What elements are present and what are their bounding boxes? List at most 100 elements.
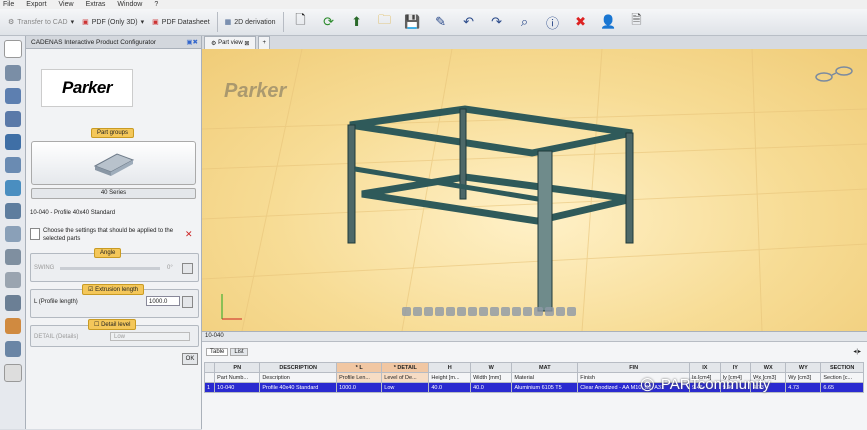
table-header[interactable]: * L xyxy=(336,362,383,373)
tab-part-view[interactable]: ⚙ Part view ⊠ xyxy=(204,36,257,49)
gear-icon[interactable] xyxy=(4,65,21,81)
table-header[interactable]: IY xyxy=(719,362,752,373)
3d-scene[interactable]: Parker xyxy=(202,49,867,331)
table-header[interactable]: WX xyxy=(750,362,787,373)
folder-icon[interactable]: 🗀 xyxy=(376,12,394,31)
edit-icon[interactable]: ✎ xyxy=(432,13,450,31)
menu-file[interactable]: File xyxy=(3,1,14,8)
chevron-down-icon[interactable]: ▾ xyxy=(141,18,145,26)
search-icon[interactable]: ⌕ xyxy=(516,13,534,31)
view-front-icon[interactable] xyxy=(402,307,411,316)
catalog-icon[interactable] xyxy=(3,40,22,58)
shade-icon[interactable] xyxy=(534,307,543,316)
table-header[interactable]: MAT xyxy=(511,362,579,373)
detail-select[interactable]: Low xyxy=(110,332,190,341)
ok-button[interactable]: OK xyxy=(182,353,198,365)
undo-icon[interactable]: ↶ xyxy=(460,13,478,31)
render-icon[interactable] xyxy=(512,307,521,316)
table-cell[interactable]: 40.0 xyxy=(470,382,513,393)
table-cell[interactable]: 10-040 xyxy=(214,382,261,393)
table-header[interactable]: DESCRIPTION xyxy=(259,362,338,373)
bearing-icon[interactable] xyxy=(4,88,21,104)
table-header[interactable]: IX xyxy=(689,362,721,373)
pan-icon[interactable] xyxy=(468,307,477,316)
chart-icon[interactable] xyxy=(4,341,21,357)
series-selector[interactable]: 40 Series xyxy=(31,188,196,199)
table-cell[interactable]: 40.0 xyxy=(428,382,472,393)
table-cell[interactable]: Low xyxy=(381,382,430,393)
transfer-cad-button[interactable]: ⚙ Transfer to CAD ▾ xyxy=(4,12,78,32)
table-header[interactable]: FIN xyxy=(577,362,691,373)
cube-icon[interactable] xyxy=(4,111,21,127)
open-icon[interactable]: ⬆ xyxy=(348,13,366,31)
document-icon[interactable]: 🗎 xyxy=(628,12,646,31)
length-input[interactable]: 1000.0 xyxy=(146,296,180,306)
measure-icon[interactable] xyxy=(490,307,499,316)
user-icon[interactable]: 👤 xyxy=(600,13,618,31)
camera-icon[interactable] xyxy=(567,307,576,316)
checkbox-icon[interactable]: ☑ xyxy=(88,287,93,293)
chevron-down-icon[interactable]: ▾ xyxy=(71,18,75,26)
redo-icon[interactable]: ↷ xyxy=(488,13,506,31)
checkbox-icon[interactable]: ☐ xyxy=(94,322,99,328)
tab-list[interactable]: List xyxy=(230,348,248,356)
length-toggle[interactable] xyxy=(182,296,193,308)
close-icon[interactable]: ✖ xyxy=(572,13,590,31)
part-group-button[interactable] xyxy=(31,141,196,185)
box-icon[interactable] xyxy=(4,318,21,334)
view-top-icon[interactable] xyxy=(413,307,422,316)
pipe-icon[interactable] xyxy=(4,249,21,265)
menu-help[interactable]: ? xyxy=(154,1,158,8)
explode-icon[interactable] xyxy=(545,307,554,316)
table-cell[interactable]: 1 xyxy=(203,382,216,393)
new-document-icon[interactable]: 🗋 xyxy=(292,12,310,31)
menu-window[interactable]: Window xyxy=(117,1,142,8)
light-icon[interactable] xyxy=(556,307,565,316)
anchor-icon[interactable] xyxy=(4,134,21,150)
new-tab-button[interactable]: + xyxy=(258,36,270,49)
extrusion-label[interactable]: ☑ Extrusion length xyxy=(82,284,145,295)
menu-export[interactable]: Export xyxy=(26,1,46,8)
tab-table[interactable]: Table xyxy=(206,348,229,356)
table-header[interactable]: SECTION xyxy=(820,362,864,373)
table-cell[interactable]: 4.73 xyxy=(785,382,822,393)
detail-label[interactable]: ☐ Detail level xyxy=(88,319,137,330)
rotate-icon[interactable] xyxy=(479,307,488,316)
table-header[interactable]: WY xyxy=(785,362,822,373)
grid-icon[interactable] xyxy=(4,295,21,311)
table-header[interactable]: * DETAIL xyxy=(381,362,430,373)
flask-icon[interactable] xyxy=(4,180,21,196)
menu-view[interactable]: View xyxy=(59,1,74,8)
table-cell[interactable]: Profile 40x40 Standard xyxy=(259,382,338,393)
zoom-icon[interactable] xyxy=(446,307,455,316)
table-cell[interactable]: Aluminium 6105 T5 xyxy=(511,382,579,393)
swing-slider[interactable] xyxy=(60,267,160,270)
3d-glasses-icon[interactable] xyxy=(815,66,853,82)
table-cell[interactable]: 1000.0 xyxy=(336,382,383,393)
hydraulic-icon[interactable] xyxy=(4,157,21,173)
table-cell[interactable]: 6.65 xyxy=(820,382,864,393)
table-header[interactable]: PN xyxy=(214,362,261,373)
scroll-arrows-icon[interactable]: ◂|▸ xyxy=(853,348,861,355)
close-icon[interactable]: ⊠ xyxy=(244,40,249,47)
view-iso-icon[interactable] xyxy=(435,307,444,316)
info-icon[interactable]: ⓘ xyxy=(544,13,562,31)
panel-close-icon[interactable]: ▣✖ xyxy=(186,38,201,46)
close-icon[interactable]: ✕ xyxy=(185,229,193,240)
connector-icon[interactable] xyxy=(4,203,21,219)
tool-icon[interactable] xyxy=(4,226,21,242)
menu-extras[interactable]: Extras xyxy=(86,1,106,8)
swing-toggle[interactable] xyxy=(182,263,193,274)
table-header[interactable]: H xyxy=(428,362,472,373)
pdf-3d-button[interactable]: ▣ PDF (Only 3D) ▾ xyxy=(78,12,148,32)
angle-label[interactable]: Angle xyxy=(94,248,122,258)
derivation-2d-button[interactable]: ▦ 2D derivation xyxy=(221,12,280,32)
view-side-icon[interactable] xyxy=(424,307,433,316)
table-header[interactable] xyxy=(203,362,216,373)
notes-icon[interactable] xyxy=(3,364,22,382)
refresh-icon[interactable]: ⟳ xyxy=(320,13,338,31)
section-icon[interactable] xyxy=(501,307,510,316)
pdf-datasheet-button[interactable]: ▣ PDF Datasheet xyxy=(148,12,213,32)
table-header[interactable]: W xyxy=(470,362,513,373)
zoom-fit-icon[interactable] xyxy=(457,307,466,316)
